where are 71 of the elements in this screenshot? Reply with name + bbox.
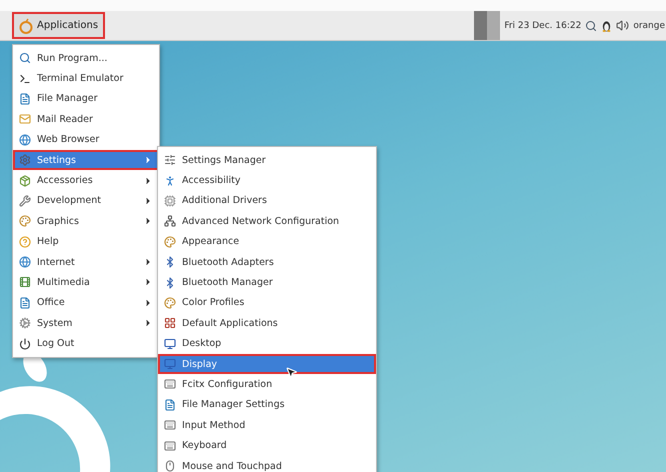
monitor-icon [164,358,176,370]
palette-icon [164,236,176,248]
menu-item[interactable]: Fcitx Configuration [158,374,376,395]
monitor-icon [164,338,176,350]
menu-item[interactable]: Help [13,232,159,252]
menu-item[interactable]: Bluetooth Adapters [158,252,376,272]
network-icon [164,215,176,228]
menu-item[interactable]: File Manager [13,88,159,110]
power-icon [19,338,31,350]
workspace-switcher[interactable] [474,11,500,40]
bluetooth-icon [164,256,176,268]
logo-icon [19,18,33,34]
menu-item[interactable]: Default Applications [158,313,376,334]
menu-item[interactable]: Mail Reader [13,109,159,130]
menu-item[interactable]: Multimedia [13,272,159,293]
penguin-icon[interactable] [601,19,612,32]
menu-item[interactable]: Mouse and Touchpad [158,456,376,472]
menu-item[interactable]: File Manager Settings [158,394,376,416]
clock: Fri 23 Dec. 16:22 [504,20,582,30]
menu-item[interactable]: Settings [13,150,159,170]
menu-item[interactable]: Bluetooth Manager [158,272,376,293]
menu-item[interactable]: Input Method [158,415,376,436]
menu-item[interactable]: Keyboard [158,435,376,456]
applications-menu-button[interactable]: Applications [12,12,106,39]
globe-icon [19,134,31,146]
film-icon [19,276,31,288]
person-icon [164,174,176,187]
menu-item[interactable]: Development [13,190,159,212]
grid-icon [164,317,176,330]
menu-item[interactable]: Office [13,292,159,314]
user-name: orange [633,20,666,30]
wrench-icon [19,194,31,207]
menu-item[interactable]: Appearance [158,232,376,252]
mouse-pointer-icon [285,366,298,379]
menu-item[interactable]: Log Out [13,333,159,354]
help-icon [19,236,31,248]
chip-icon [164,194,176,207]
menu-item[interactable]: Graphics [13,211,159,232]
search-icon[interactable] [585,20,598,32]
menu-item[interactable]: Accessibility [158,170,376,191]
terminal-icon [19,72,31,85]
mouse-icon [164,460,176,472]
volume-icon[interactable] [616,19,630,32]
envelope-icon [19,113,31,126]
gear-icon [19,317,31,330]
search-icon [19,52,31,64]
document-icon [19,92,31,105]
menu-item[interactable]: Display [158,354,376,374]
menu-item[interactable]: Additional Drivers [158,190,376,212]
globe-icon [19,256,31,268]
bluetooth-icon [164,276,176,289]
menu-item[interactable]: Color Profiles [158,292,376,314]
menu-item[interactable]: System [13,313,159,334]
palette-icon [19,215,31,228]
menu-item[interactable]: Internet [13,252,159,272]
menu-item[interactable]: Accessories [13,170,159,191]
menu-item[interactable]: Advanced Network Configuration [158,211,376,232]
document-icon [19,296,31,309]
package-icon [19,174,31,187]
document-icon [164,398,176,411]
menu-item[interactable]: Run Program... [13,48,159,68]
menu-item[interactable]: Terminal Emulator [13,68,159,89]
keyboard-icon [164,440,176,452]
menu-item[interactable]: Settings Manager [158,150,376,170]
menu-item[interactable]: Desktop [158,334,376,354]
menu-item[interactable]: Web Browser [13,130,159,150]
keyboard-icon [164,378,176,390]
keyboard-icon [164,419,176,432]
sliders-icon [164,154,176,166]
palette-icon [164,296,176,309]
settings-icon [19,154,31,166]
